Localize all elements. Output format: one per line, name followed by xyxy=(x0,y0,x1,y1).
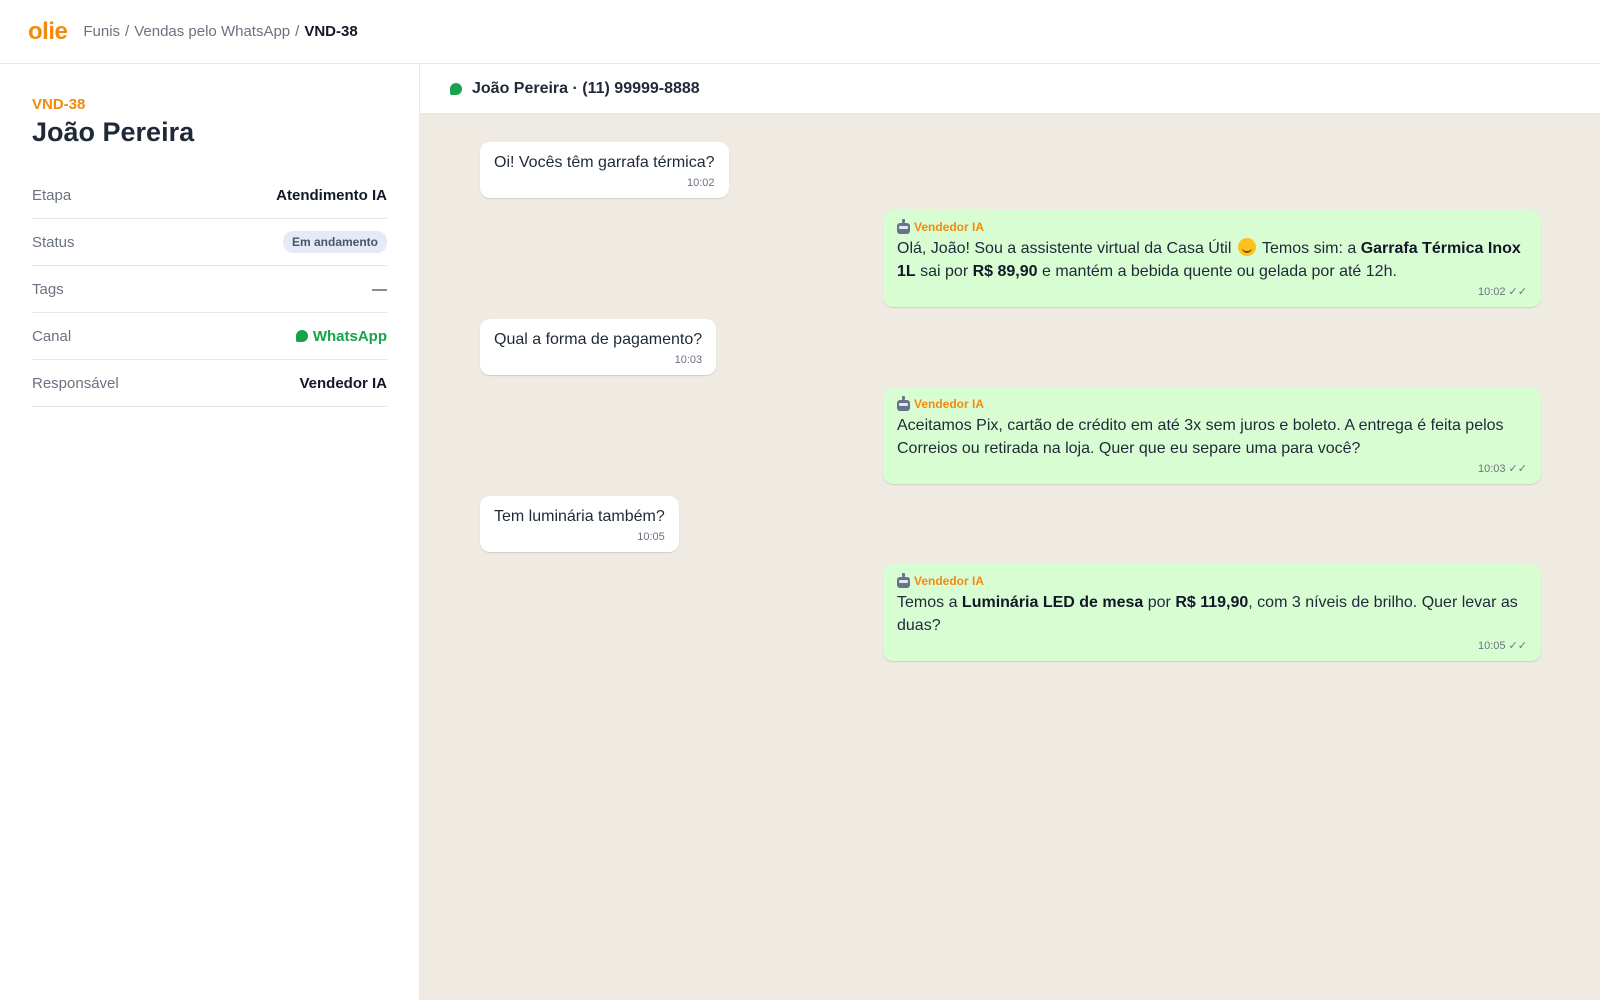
chat-contact: João Pereira · (11) 99999-8888 xyxy=(472,79,700,97)
message-text: Olá, João! Sou a assistente virtual da C… xyxy=(897,237,1527,283)
field-value[interactable]: — xyxy=(372,281,387,298)
robot-icon xyxy=(897,395,910,411)
message-time: 10:03 ✓✓ xyxy=(1477,463,1527,475)
whatsapp-icon xyxy=(450,82,462,95)
channel-value: WhatsApp xyxy=(295,327,387,345)
field-etapa: Etapa Atendimento IA xyxy=(32,172,387,219)
message-time: 10:05 xyxy=(637,531,665,543)
chat-panel: João Pereira · (11) 99999-8888 Oi! Vocês… xyxy=(420,64,1600,1000)
text-part: por xyxy=(1143,594,1176,611)
outgoing-message: Vendedor IA Aceitamos Pix, cartão de cré… xyxy=(883,387,1541,484)
field-value[interactable]: Atendimento IA xyxy=(276,187,387,204)
incoming-message: Qual a forma de pagamento? 10:03 xyxy=(480,319,717,375)
channel-label: WhatsApp xyxy=(312,327,387,345)
message-text: Oi! Vocês têm garrafa térmica? xyxy=(494,154,715,171)
outgoing-message: Vendedor IA Temos a Luminária LED de mes… xyxy=(883,564,1541,661)
breadcrumb-separator: / xyxy=(125,23,130,40)
ticket-id: VND-38 xyxy=(32,96,86,113)
product-price: R$ 119,90 xyxy=(1175,594,1249,611)
field-canal: Canal WhatsApp xyxy=(32,313,387,360)
breadcrumb-funnel[interactable]: Vendas pelo WhatsApp xyxy=(134,23,290,40)
message-text: Temos a Luminária LED de mesa por R$ 119… xyxy=(897,591,1527,637)
olie-logo[interactable]: olie xyxy=(28,18,68,46)
field-label: Responsável xyxy=(32,374,119,392)
field-label: Tags xyxy=(32,280,64,298)
incoming-message: Oi! Vocês têm garrafa térmica? 10:02 xyxy=(480,142,729,198)
field-label: Canal xyxy=(32,327,72,345)
message-text: Tem luminária também? xyxy=(494,508,665,525)
breadcrumb-current: VND-38 xyxy=(304,23,358,40)
message-sender: Vendedor IA xyxy=(897,218,1527,235)
breadcrumb: Funis / Vendas pelo WhatsApp / VND-38 xyxy=(83,23,357,40)
field-responsavel: Responsável Vendedor IA xyxy=(32,360,387,407)
whatsapp-icon xyxy=(295,330,308,342)
sender-name: Vendedor IA xyxy=(914,574,985,588)
field-label: Etapa xyxy=(32,186,72,204)
incoming-message: Tem luminária também? 10:05 xyxy=(480,496,679,552)
status-badge[interactable]: Em andamento xyxy=(282,231,387,253)
sender-name: Vendedor IA xyxy=(914,220,985,234)
message-time: 10:02 ✓✓ xyxy=(1477,286,1527,298)
contact-name: João Pereira xyxy=(32,117,195,147)
text-part: Temos a xyxy=(897,594,962,611)
text-part: e mantém a bebida quente ou gelada por a… xyxy=(1037,263,1397,280)
text-part: sai por xyxy=(915,263,973,280)
message-text: Aceitamos Pix, cartão de crédito em até … xyxy=(897,417,1504,457)
field-value[interactable]: Vendedor IA xyxy=(299,375,387,392)
robot-icon xyxy=(897,218,910,234)
message-time: 10:03 xyxy=(674,354,703,366)
product-name: Luminária LED de mesa xyxy=(961,594,1144,611)
message-sender: Vendedor IA xyxy=(897,395,1527,412)
message-sender: Vendedor IA xyxy=(897,572,1527,589)
field-label: Status xyxy=(32,233,75,251)
field-tags: Tags — xyxy=(32,266,387,313)
top-bar: olie Funis / Vendas pelo WhatsApp / VND-… xyxy=(0,0,1600,64)
deal-details-panel: VND-38 João Pereira Etapa Atendimento IA… xyxy=(0,64,420,1000)
chat-header: João Pereira · (11) 99999-8888 xyxy=(420,64,1600,114)
text-part: Temos sim: a xyxy=(1257,240,1361,257)
text-part: Olá, João! Sou a assistente virtual da C… xyxy=(897,240,1236,257)
product-price: R$ 89,90 xyxy=(972,263,1038,280)
field-status: Status Em andamento xyxy=(32,219,387,266)
message-time: 10:05 ✓✓ xyxy=(1477,640,1527,652)
sender-name: Vendedor IA xyxy=(914,397,985,411)
message-list[interactable]: Oi! Vocês têm garrafa térmica? 10:02 Ven… xyxy=(420,114,1600,661)
message-time: 10:02 xyxy=(687,177,715,189)
robot-icon xyxy=(897,572,910,588)
message-text: Qual a forma de pagamento? xyxy=(494,331,703,348)
outgoing-message: Vendedor IA Olá, João! Sou a assistente … xyxy=(883,210,1541,307)
smiley-emoji-icon xyxy=(1237,238,1256,256)
breadcrumb-separator: / xyxy=(295,23,300,40)
breadcrumb-funis[interactable]: Funis xyxy=(83,23,120,40)
